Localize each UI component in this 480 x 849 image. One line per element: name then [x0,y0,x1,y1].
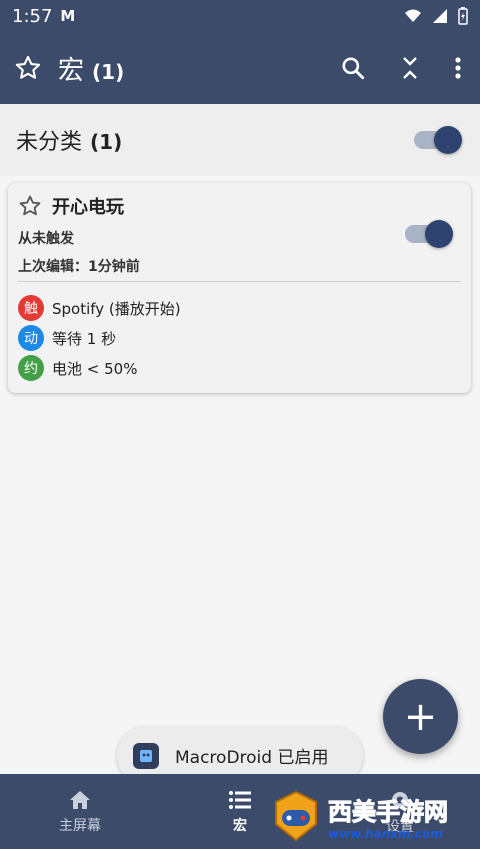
category-label: 未分类 (1) [16,124,122,156]
signal-icon [432,8,448,24]
star-outline-icon[interactable] [18,194,42,218]
home-icon [68,789,92,811]
category-name: 未分类 [16,130,83,155]
wifi-icon [404,9,422,23]
nav-home[interactable]: 主屏幕 [0,774,160,849]
category-toggle-knob [434,126,462,154]
category-toggle-track[interactable] [414,126,462,154]
page-title: 宏 (1) [58,50,124,87]
battery-icon [458,7,468,25]
trigger-text: Spotify (播放开始) [52,299,181,318]
watermark-text: 西美手游网 www.hanxm.com [328,792,449,841]
plus-icon: + [403,693,438,740]
list-icon [228,789,252,811]
constraint-row: 约 电池 < 50% [18,353,181,383]
appbar-actions [340,55,466,81]
divider [18,281,461,282]
app-bar: 宏 (1) [0,32,480,104]
macro-name: 开心电玩 [52,197,124,218]
category-toggle[interactable] [414,126,462,154]
nav-home-label: 主屏幕 [59,817,101,834]
watermark-url: www.hanxm.com [328,826,443,841]
search-icon[interactable] [340,55,366,81]
constraint-text: 电池 < 50% [52,359,138,378]
category-count: (1) [90,130,123,154]
macro-trigger-status: 从未触发 [18,231,74,247]
trigger-row: 触 Spotify (播放开始) [18,293,181,323]
macro-card-header: 开心电玩 [18,193,124,219]
watermark: 西美手游网 www.hanxm.com [270,786,476,846]
macro-last-edit: 上次编辑：1分钟前 [18,259,140,275]
macro-toggle-knob [425,220,453,248]
star-outline-icon[interactable] [14,54,42,82]
status-icons [404,7,468,25]
page-title-count: (1) [92,59,125,84]
action-text: 等待 1 秒 [52,329,117,348]
macro-components: 触 Spotify (播放开始) 动 等待 1 秒 约 电池 < 50% [18,293,181,383]
macrodroid-app-icon [133,742,159,769]
more-vert-icon[interactable] [454,56,462,80]
action-badge: 动 [18,325,44,351]
collapse-all-icon[interactable] [400,55,420,81]
toast-message: MacroDroid 已启用 [175,748,329,768]
trigger-badge: 触 [18,295,44,321]
app-notification-icon: M [60,7,76,25]
macro-toggle-track[interactable] [405,220,453,248]
page-title-text: 宏 [58,55,85,86]
action-row: 动 等待 1 秒 [18,323,181,353]
nav-macros-label: 宏 [233,817,247,834]
category-header[interactable]: 未分类 (1) [0,104,480,176]
status-time: 1:57 [12,5,53,27]
macro-card[interactable]: 开心电玩 从未触发 上次编辑：1分钟前 触 Spotify (播放开始) 动 等… [8,183,471,393]
constraint-badge: 约 [18,355,44,381]
gamepad-logo-icon [270,790,322,842]
watermark-main: 西美手游网 [328,797,449,826]
status-bar: 1:57 M [0,0,480,32]
macro-toggle[interactable] [405,220,453,248]
add-macro-button[interactable]: + [383,679,458,754]
